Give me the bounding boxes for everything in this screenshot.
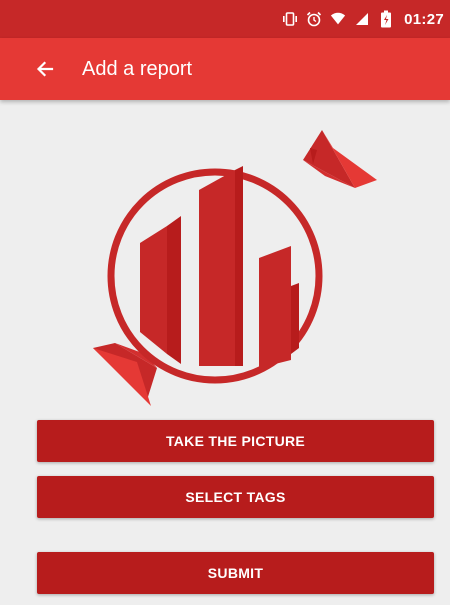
wifi-icon — [330, 10, 346, 28]
app-bar: Add a report — [0, 38, 450, 100]
page-title: Add a report — [82, 57, 193, 80]
select-tags-button[interactable]: SELECT TAGS — [37, 476, 434, 518]
city-candy-logo — [85, 118, 385, 413]
alarm-icon — [306, 10, 322, 28]
submit-button[interactable]: SUBMIT — [37, 552, 434, 594]
arrow-back-icon — [36, 61, 54, 77]
candy-wrapper-right — [303, 130, 377, 188]
battery-icon — [378, 10, 394, 28]
status-bar: 01:27 — [0, 0, 450, 38]
signal-icon — [354, 10, 370, 28]
logo-buildings — [140, 166, 299, 368]
vibrate-icon — [282, 10, 298, 28]
back-button[interactable] — [30, 54, 60, 84]
status-time: 01:27 — [404, 10, 444, 28]
take-picture-button[interactable]: TAKE THE PICTURE — [37, 420, 434, 462]
